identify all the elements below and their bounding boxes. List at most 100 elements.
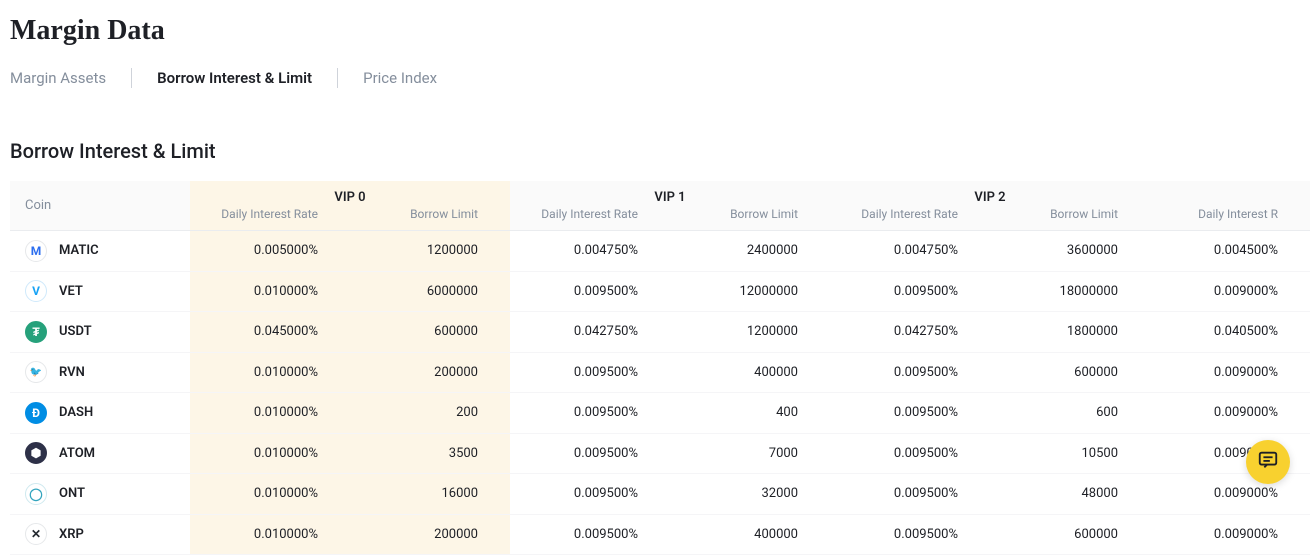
rate-value: 0.009500% [510,284,670,299]
limit-value: 200000 [350,365,510,380]
table-row: 0.042750% 1800000 [830,312,1150,353]
coin-icon: ⬢ [25,442,47,464]
limit-value: 3500 [350,446,510,461]
rate-header: Daily Interest Rate [190,207,350,221]
limit-value: 400000 [670,365,830,380]
limit-value: 16000 [350,486,510,501]
table-row: 0.009000% [1150,272,1310,313]
limit-value: 3600000 [990,243,1150,258]
rate-value: 0.009500% [830,446,990,461]
coin-header: Coin [10,181,190,231]
rate-value: 0.042750% [830,324,990,339]
rate-value: 0.009000% [1150,365,1310,380]
rate-header-partial: Daily Interest R [1150,207,1310,221]
coin-cell: M MATIC [10,240,99,262]
coin-icon: Đ [25,402,47,424]
coin-cell: V VET [10,280,83,302]
limit-value: 1800000 [990,324,1150,339]
limit-value: 12000000 [670,284,830,299]
vip2-column: VIP 2 Daily Interest Rate Borrow Limit 0… [830,181,1150,555]
limit-header: Borrow Limit [350,207,510,221]
rate-value: 0.009500% [830,365,990,380]
rate-value: 0.045000% [190,324,350,339]
limit-value: 7000 [670,446,830,461]
rate-value: 0.009500% [830,405,990,420]
tab-price-index[interactable]: Price Index [363,67,437,89]
rate-value: 0.004750% [510,243,670,258]
table-row: Đ DASH [10,393,190,434]
table-row: 0.009500% 7000 [510,434,830,475]
table-row: 0.010000% 16000 [190,474,510,515]
limit-value: 32000 [670,486,830,501]
coin-icon: ₮ [25,321,47,343]
rate-value: 0.042750% [510,324,670,339]
table-row: 0.009500% 600 [830,393,1150,434]
limit-value: 600 [990,405,1150,420]
coin-symbol: ONT [59,486,85,501]
table-row: 0.009500% 600000 [830,353,1150,394]
tab-separator [131,68,132,88]
chat-button[interactable] [1246,440,1290,484]
table-row: M MATIC [10,231,190,272]
table-row: 0.009500% 48000 [830,474,1150,515]
coin-icon: ✕ [25,523,47,545]
table-row: ₮ USDT [10,312,190,353]
coin-symbol: VET [59,284,83,299]
rate-value: 0.009000% [1150,405,1310,420]
table-row: 0.009500% 32000 [510,474,830,515]
limit-value: 6000000 [350,284,510,299]
vip1-header: VIP 1 Daily Interest Rate Borrow Limit [510,181,830,231]
page-title: Margin Data [0,0,1310,67]
table-row: 0.009500% 12000000 [510,272,830,313]
rate-value: 0.009500% [510,486,670,501]
tab-margin-assets[interactable]: Margin Assets [10,67,106,89]
rate-value: 0.009500% [510,365,670,380]
limit-value: 600000 [990,365,1150,380]
rate-value: 0.009000% [1150,486,1310,501]
coin-icon: M [25,240,47,262]
rate-value: 0.010000% [190,365,350,380]
table-wrapper: Coin M MATIC V VET ₮ USDT 🐦 RVN [0,181,1310,555]
tab-borrow-interest-limit[interactable]: Borrow Interest & Limit [157,67,312,89]
limit-value: 18000000 [990,284,1150,299]
table-row: 0.009000% [1150,474,1310,515]
rate-value: 0.004500% [1150,243,1310,258]
coin-symbol: DASH [59,405,93,420]
coin-symbol: XRP [59,527,84,542]
table-row: 0.004500% [1150,231,1310,272]
rate-header: Daily Interest Rate [510,207,670,221]
coin-cell: ₮ USDT [10,321,92,343]
table-row: 0.045000% 600000 [190,312,510,353]
table-row: 0.010000% 6000000 [190,272,510,313]
table-row: 0.005000% 1200000 [190,231,510,272]
table-row: 0.009500% 400 [510,393,830,434]
coin-cell: ⬢ ATOM [10,442,95,464]
vip3-label [1150,190,1310,205]
rate-value: 0.010000% [190,527,350,542]
limit-value: 200000 [350,527,510,542]
rate-value: 0.009500% [830,486,990,501]
limit-value: 600000 [350,324,510,339]
table-row: 0.009000% [1150,393,1310,434]
coin-column: Coin M MATIC V VET ₮ USDT 🐦 RVN [10,181,190,555]
vip3-header: Daily Interest R [1150,181,1310,231]
limit-value: 200 [350,405,510,420]
coin-cell: ◯ ONT [10,483,85,505]
table-row: 🐦 RVN [10,353,190,394]
coin-symbol: USDT [59,324,92,339]
coin-icon: 🐦 [25,361,47,383]
rate-value: 0.010000% [190,405,350,420]
rate-header: Daily Interest Rate [830,207,990,221]
coin-cell: ✕ XRP [10,523,84,545]
rate-value: 0.009500% [510,527,670,542]
coin-icon: V [25,280,47,302]
chat-icon [1257,449,1279,475]
margin-table: Coin M MATIC V VET ₮ USDT 🐦 RVN [10,181,1310,555]
table-row: 0.010000% 3500 [190,434,510,475]
table-row: ◯ ONT [10,474,190,515]
limit-value: 600000 [990,527,1150,542]
vip2-header: VIP 2 Daily Interest Rate Borrow Limit [830,181,1150,231]
tabs-bar: Margin Assets Borrow Interest & Limit Pr… [0,67,1310,119]
coin-symbol: ATOM [59,446,95,461]
vip1-column: VIP 1 Daily Interest Rate Borrow Limit 0… [510,181,830,555]
